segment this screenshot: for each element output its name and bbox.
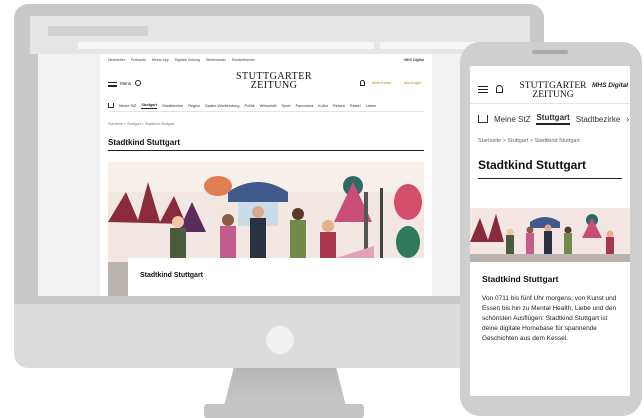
phone-nav-meine-stz[interactable]: Meine StZ	[494, 115, 530, 124]
topnav-jobs[interactable]: Stellenmarkt	[206, 58, 226, 66]
topnav-podcasts[interactable]: Podcasts	[131, 58, 146, 66]
abo-login-link[interactable]: Abo/Login	[404, 81, 421, 85]
browser-chrome	[30, 16, 530, 54]
desktop-header: Menü STUTTGARTER ZEITUNG Mein Konto Abo/…	[108, 70, 424, 96]
page-title: Stadtkind Stuttgart	[108, 138, 424, 151]
desktop-screen: Newsletter Podcasts Meine App Digitale Z…	[38, 54, 494, 296]
bell-icon[interactable]	[360, 80, 365, 86]
hero-illustration: Stadtkind Stuttgart	[108, 162, 424, 296]
account-link[interactable]: Mein Konto	[372, 81, 391, 85]
topnav-newsletter[interactable]: Newsletter	[108, 58, 125, 66]
monitor-stand-base	[204, 404, 364, 418]
phone-header: STUTTGARTER ZEITUNG MHS Digital	[470, 66, 630, 104]
nav-meine-stz[interactable]: Meine StZ	[119, 104, 136, 108]
desktop-section-nav: Meine StZ Stuttgart Stadtbezirke Region …	[108, 100, 424, 112]
nav-wirtschaft[interactable]: Wirtschaft	[260, 104, 277, 108]
topnav-app[interactable]: Meine App	[152, 58, 169, 66]
site-logo[interactable]: STUTTGARTER ZEITUNG	[224, 72, 324, 91]
desktop-webpage: Newsletter Podcasts Meine App Digitale Z…	[100, 54, 432, 296]
monitor-stand	[224, 368, 346, 406]
caption-card[interactable]: Stadtkind Stuttgart	[128, 258, 424, 296]
logo-line-2: ZEITUNG	[250, 80, 298, 91]
search-icon[interactable]	[135, 80, 141, 86]
phone-bell-icon[interactable]	[496, 85, 503, 93]
home-icon[interactable]	[108, 103, 114, 108]
phone-speaker	[532, 50, 568, 54]
phone-section-nav: Meine StZ Stuttgart Stadtbezirke ›	[478, 110, 630, 128]
address-bar	[78, 42, 374, 49]
phone-page-title: Stadtkind Stuttgart	[478, 158, 622, 179]
desktop-top-nav: Newsletter Podcasts Meine App Digitale Z…	[108, 58, 424, 66]
phone-mhs-digital-logo: MHS Digital	[592, 82, 629, 89]
phone-nav-stadtbezirke[interactable]: Stadtbezirke	[576, 115, 620, 124]
hamburger-menu-icon[interactable]	[108, 82, 117, 87]
phone-hamburger-menu-icon[interactable]	[478, 86, 488, 93]
mhs-digital-logo: MHS Digital	[404, 58, 424, 62]
phone-card-description: Von 0711 bis fünf Uhr morgens, von Kunst…	[482, 295, 617, 342]
caption-title: Stadtkind Stuttgart	[140, 272, 203, 279]
phone-city-illustration-image	[470, 208, 630, 262]
breadcrumb[interactable]: Startseite > Stuttgart > Stadtkind Stutt…	[108, 122, 175, 126]
nav-baden-wuerttemberg[interactable]: Baden-Württemberg	[205, 104, 239, 108]
nav-leben[interactable]: Leben	[366, 104, 377, 108]
browser-tab	[48, 26, 148, 36]
nav-raetsel[interactable]: Rätsel	[350, 104, 361, 108]
nav-reisen[interactable]: Reisen	[333, 104, 345, 108]
phone-breadcrumb[interactable]: Startseite > Stuttgart > Stadtkind Stutt…	[478, 138, 580, 144]
nav-region[interactable]: Region	[188, 104, 200, 108]
nav-stadtbezirke[interactable]: Stadtbezirke	[162, 104, 183, 108]
topnav-digital-newspaper[interactable]: Digitale Zeitung	[175, 58, 200, 66]
menu-label[interactable]: Menü	[120, 81, 131, 86]
nav-politik[interactable]: Politik	[244, 104, 254, 108]
phone-home-icon[interactable]	[478, 115, 488, 123]
phone-screen: STUTTGARTER ZEITUNG MHS Digital Meine St…	[470, 66, 630, 396]
nav-panorama[interactable]: Panorama	[296, 104, 314, 108]
topnav-special-topics[interactable]: Sonderthemen	[232, 58, 256, 66]
phone-logo-line-2: ZEITUNG	[532, 90, 574, 100]
phone-site-logo[interactable]: STUTTGARTER ZEITUNG	[514, 81, 592, 100]
chevron-right-icon[interactable]: ›	[626, 114, 629, 124]
nav-stuttgart[interactable]: Stuttgart	[141, 103, 158, 109]
phone-hero-illustration	[470, 208, 630, 262]
nav-kultur[interactable]: Kultur	[318, 104, 328, 108]
phone-card-title: Stadtkind Stuttgart	[482, 274, 559, 284]
monitor-power-button	[266, 326, 294, 354]
nav-sport[interactable]: Sport	[282, 104, 291, 108]
browser-toolbar	[380, 42, 476, 49]
phone-nav-stuttgart[interactable]: Stuttgart	[536, 113, 570, 125]
mockup-stage: Newsletter Podcasts Meine App Digitale Z…	[0, 0, 644, 418]
